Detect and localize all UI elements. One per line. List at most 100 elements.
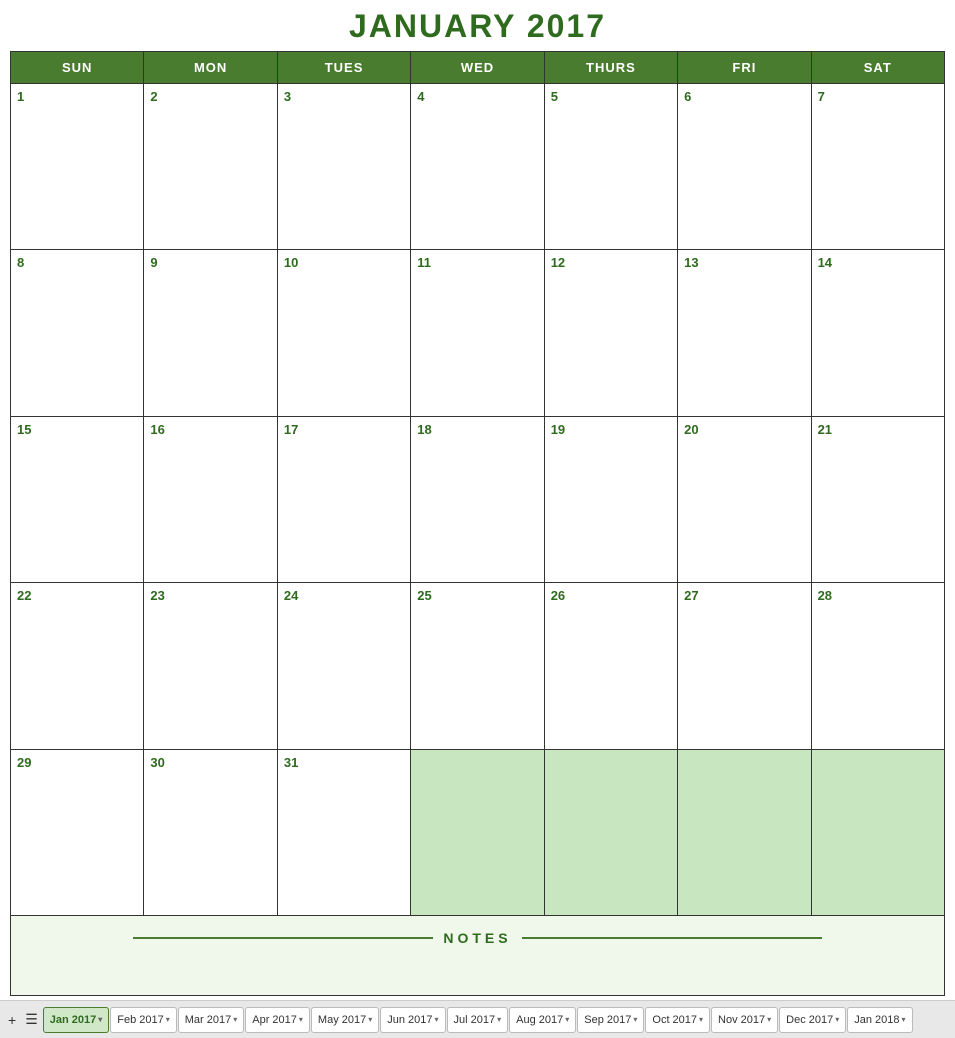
day-number-27: 27: [684, 588, 698, 603]
day-number-3: 3: [284, 89, 291, 104]
day-cell-17[interactable]: 17: [278, 417, 411, 583]
tab-dropdown-arrow: ▾: [368, 1015, 372, 1024]
day-cell-15[interactable]: 15: [11, 417, 144, 583]
tab-jan-2017[interactable]: Jan 2017▾: [43, 1007, 110, 1033]
day-cell-16[interactable]: 16: [144, 417, 277, 583]
day-cell-empty[interactable]: [545, 750, 678, 916]
day-cell-31[interactable]: 31: [278, 750, 411, 916]
tab-sep-2017[interactable]: Sep 2017▾: [577, 1007, 644, 1033]
day-cell-20[interactable]: 20: [678, 417, 811, 583]
day-cell-26[interactable]: 26: [545, 583, 678, 749]
weeks-container: 1234567891011121314151617181920212223242…: [11, 84, 945, 916]
day-cell-8[interactable]: 8: [11, 250, 144, 416]
week-row-2: 8 9 10 11 12 13 14: [11, 250, 945, 416]
add-sheet-button[interactable]: +: [4, 1010, 20, 1030]
day-header-wed: WED: [411, 52, 544, 84]
tab-dropdown-arrow: ▾: [233, 1015, 237, 1024]
day-cell-24[interactable]: 24: [278, 583, 411, 749]
day-number-8: 8: [17, 255, 24, 270]
day-cell-27[interactable]: 27: [678, 583, 811, 749]
day-number-11: 11: [417, 255, 431, 270]
day-header-sun: SUN: [11, 52, 144, 84]
notes-header: NOTES: [31, 930, 924, 946]
day-number-21: 21: [818, 422, 832, 437]
day-cell-1[interactable]: 1: [11, 84, 144, 250]
day-number-1: 1: [17, 89, 24, 104]
day-cell-14[interactable]: 14: [812, 250, 945, 416]
day-cell-empty[interactable]: [812, 750, 945, 916]
tab-label: Mar 2017: [185, 1014, 231, 1026]
week-row-5: 29 30 31: [11, 750, 945, 916]
tab-label: Sep 2017: [584, 1014, 631, 1026]
day-number-6: 6: [684, 89, 691, 104]
day-number-10: 10: [284, 255, 298, 270]
tab-jul-2017[interactable]: Jul 2017▾: [447, 1007, 509, 1033]
day-cell-3[interactable]: 3: [278, 84, 411, 250]
tab-label: Jun 2017: [387, 1014, 432, 1026]
tab-nov-2017[interactable]: Nov 2017▾: [711, 1007, 778, 1033]
day-cell-18[interactable]: 18: [411, 417, 544, 583]
tab-label: May 2017: [318, 1014, 366, 1026]
day-cell-25[interactable]: 25: [411, 583, 544, 749]
tab-dropdown-arrow: ▾: [435, 1015, 439, 1024]
day-cell-23[interactable]: 23: [144, 583, 277, 749]
tab-may-2017[interactable]: May 2017▾: [311, 1007, 379, 1033]
week-row-3: 151617 18 19 20 21: [11, 417, 945, 583]
day-cell-13[interactable]: 13: [678, 250, 811, 416]
day-cell-4[interactable]: 4: [411, 84, 544, 250]
tab-jun-2017[interactable]: Jun 2017▾: [380, 1007, 445, 1033]
tab-label: Jul 2017: [454, 1014, 496, 1026]
day-cell-10[interactable]: 10: [278, 250, 411, 416]
tab-dropdown-arrow: ▾: [767, 1015, 771, 1024]
calendar-title: JANUARY 2017: [10, 8, 945, 45]
day-number-9: 9: [150, 255, 157, 270]
day-cell-5[interactable]: 5: [545, 84, 678, 250]
tab-jan-2018[interactable]: Jan 2018▾: [847, 1007, 912, 1033]
tab-label: Aug 2017: [516, 1014, 563, 1026]
day-cell-empty[interactable]: [411, 750, 544, 916]
day-cell-29[interactable]: 29: [11, 750, 144, 916]
tab-dropdown-arrow: ▾: [299, 1015, 303, 1024]
day-number-18: 18: [417, 422, 431, 437]
day-number-25: 25: [417, 588, 431, 603]
day-cell-22[interactable]: 22: [11, 583, 144, 749]
day-cell-28[interactable]: 28: [812, 583, 945, 749]
day-cell-21[interactable]: 21: [812, 417, 945, 583]
day-cell-11[interactable]: 11: [411, 250, 544, 416]
day-cell-2[interactable]: 2: [144, 84, 277, 250]
tab-label: Feb 2017: [117, 1014, 163, 1026]
tab-feb-2017[interactable]: Feb 2017▾: [110, 1007, 177, 1033]
tab-dropdown-arrow: ▾: [633, 1015, 637, 1024]
tab-oct-2017[interactable]: Oct 2017▾: [645, 1007, 710, 1033]
tab-label: Apr 2017: [252, 1014, 297, 1026]
menu-button[interactable]: ☰: [21, 1009, 42, 1030]
day-cell-9[interactable]: 9: [144, 250, 277, 416]
tab-apr-2017[interactable]: Apr 2017▾: [245, 1007, 310, 1033]
day-number-13: 13: [684, 255, 698, 270]
tab-label: Jan 2018: [854, 1014, 899, 1026]
day-header-mon: MON: [144, 52, 277, 84]
tab-aug-2017[interactable]: Aug 2017▾: [509, 1007, 576, 1033]
day-cell-12[interactable]: 12: [545, 250, 678, 416]
day-cell-19[interactable]: 19: [545, 417, 678, 583]
tab-label: Oct 2017: [652, 1014, 697, 1026]
day-number-14: 14: [818, 255, 832, 270]
tab-dec-2017[interactable]: Dec 2017▾: [779, 1007, 846, 1033]
day-cell-30[interactable]: 30: [144, 750, 277, 916]
tab-mar-2017[interactable]: Mar 2017▾: [178, 1007, 245, 1033]
day-number-28: 28: [818, 588, 832, 603]
notes-section: NOTES: [11, 916, 945, 996]
tab-dropdown-arrow: ▾: [497, 1015, 501, 1024]
day-number-7: 7: [818, 89, 825, 104]
day-cell-6[interactable]: 6: [678, 84, 811, 250]
day-cell-7[interactable]: 7: [812, 84, 945, 250]
calendar-grid: SUNMONTUESWEDTHURSFRISAT 123456789101112…: [10, 51, 945, 996]
notes-line-right: [522, 937, 822, 939]
day-number-12: 12: [551, 255, 565, 270]
tab-bar: + ☰ Jan 2017▾Feb 2017▾Mar 2017▾Apr 2017▾…: [0, 1000, 955, 1038]
day-cell-empty[interactable]: [678, 750, 811, 916]
day-header-tues: TUES: [278, 52, 411, 84]
notes-line-left: [133, 937, 433, 939]
day-number-19: 19: [551, 422, 565, 437]
day-number-30: 30: [150, 755, 164, 770]
